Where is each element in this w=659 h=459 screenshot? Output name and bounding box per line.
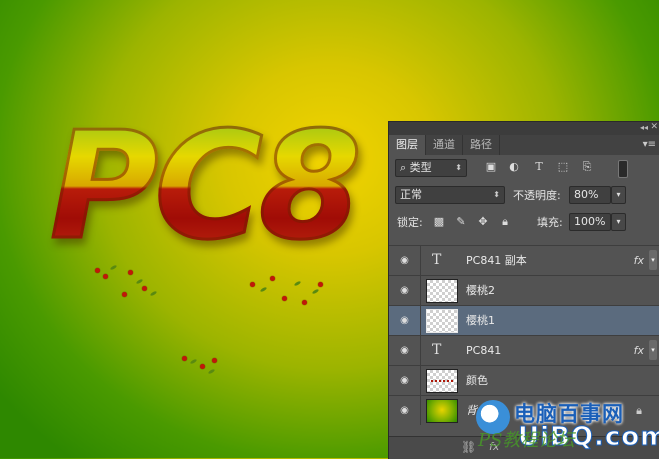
opacity-dropdown-button[interactable]: ▾ bbox=[611, 186, 626, 204]
layer-name: 樱桃2 bbox=[466, 284, 495, 297]
layer-effects-icon[interactable]: fx bbox=[634, 246, 644, 275]
layer-thumbnail bbox=[426, 369, 458, 393]
filter-toggle-switch[interactable] bbox=[618, 160, 628, 178]
layer-row-pc841[interactable]: ◉ T PC841 fx ▾ bbox=[389, 335, 659, 365]
filter-kind-value: 类型 bbox=[409, 161, 432, 174]
lock-fill-row: 锁定: ▩ ✎ ✥ 🔒︎ 填充: 100% ▾ bbox=[389, 209, 659, 236]
lock-label: 锁定: bbox=[397, 216, 423, 229]
visibility-eye-icon[interactable]: ◉ bbox=[389, 306, 421, 335]
expand-effects-icon[interactable]: ▾ bbox=[649, 340, 657, 360]
lock-position-move-icon[interactable]: ✥ bbox=[477, 216, 489, 228]
layer-filter-row: ⌕ 类型 ⬍ ▣ ◐ T ⬚ ⎘ bbox=[389, 155, 659, 182]
layer-name: PC841 副本 bbox=[466, 254, 527, 267]
blend-opacity-row: 正常 ⬍ 不透明度: 80% ▾ bbox=[389, 182, 659, 209]
expand-effects-icon[interactable]: ▾ bbox=[649, 250, 657, 270]
layer-name: PC841 bbox=[466, 344, 502, 357]
layer-row-color[interactable]: ◉ 颜色 bbox=[389, 365, 659, 395]
canvas-art-text: PC8 bbox=[48, 100, 363, 272]
layer-thumbnail bbox=[426, 399, 458, 423]
tab-paths[interactable]: 路径 bbox=[463, 135, 500, 155]
collapse-panel-icon[interactable]: ◂◂ bbox=[640, 123, 648, 132]
opacity-label: 不透明度: bbox=[513, 189, 561, 202]
lock-all-icon[interactable]: 🔒︎ bbox=[499, 216, 511, 228]
blend-mode-select[interactable]: 正常 ⬍ bbox=[395, 186, 505, 204]
lock-pixels-brush-icon[interactable]: ✎ bbox=[455, 216, 467, 228]
visibility-eye-icon[interactable]: ◉ bbox=[389, 276, 421, 305]
text-layer-icon: T bbox=[432, 342, 442, 358]
visibility-eye-icon[interactable]: ◉ bbox=[389, 336, 421, 365]
visibility-eye-icon[interactable]: ◉ bbox=[389, 246, 421, 275]
text-layer-icon: T bbox=[432, 252, 442, 268]
search-icon: ⌕ bbox=[400, 161, 407, 174]
blend-mode-value: 正常 bbox=[400, 188, 422, 201]
fill-dropdown-button[interactable]: ▾ bbox=[611, 213, 626, 231]
select-arrows-icon: ⬍ bbox=[493, 190, 500, 199]
select-arrows-icon: ⬍ bbox=[455, 163, 462, 172]
opacity-input[interactable]: 80% bbox=[569, 186, 611, 204]
layer-row-cherry1[interactable]: ◉ 樱桃1 bbox=[389, 305, 659, 335]
layer-row-pc841-copy[interactable]: ◉ T PC841 副本 fx ▾ bbox=[389, 245, 659, 275]
panel-tab-bar: 图层 通道 路径 ▾≡ bbox=[389, 135, 659, 155]
layer-effects-icon[interactable]: fx bbox=[634, 336, 644, 365]
fill-label: 填充: bbox=[537, 216, 563, 229]
tab-layers[interactable]: 图层 bbox=[389, 135, 426, 155]
pixel-filter-icon[interactable]: ▣ bbox=[485, 161, 497, 173]
layer-name: 颜色 bbox=[466, 374, 488, 387]
lock-transparency-icon[interactable]: ▩ bbox=[433, 216, 445, 228]
layer-thumbnail bbox=[426, 309, 458, 333]
close-panel-icon[interactable]: ✕ bbox=[650, 122, 658, 132]
layer-row-cherry2[interactable]: ◉ 樱桃2 bbox=[389, 275, 659, 305]
fill-input[interactable]: 100% bbox=[569, 213, 611, 231]
filter-kind-select[interactable]: ⌕ 类型 ⬍ bbox=[395, 159, 467, 177]
watermark: 电脑百事网 UiBQ.com PS教程论坛 bbox=[474, 396, 659, 458]
layer-name: 樱桃1 bbox=[466, 314, 495, 327]
watermark-overlay-text: PS教程论坛 bbox=[478, 430, 575, 451]
panel-menu-icon[interactable]: ▾≡ bbox=[643, 139, 656, 150]
type-filter-icon[interactable]: T bbox=[533, 161, 545, 173]
layer-thumbnail bbox=[426, 279, 458, 303]
shape-filter-icon[interactable]: ⬚ bbox=[557, 161, 569, 173]
tab-channels[interactable]: 通道 bbox=[426, 135, 463, 155]
visibility-eye-icon[interactable]: ◉ bbox=[389, 396, 421, 425]
panel-title-bar[interactable]: ◂◂ ✕ bbox=[389, 122, 659, 135]
adjustment-filter-icon[interactable]: ◐ bbox=[508, 161, 520, 173]
smart-object-filter-icon[interactable]: ⎘ bbox=[581, 161, 593, 173]
visibility-eye-icon[interactable]: ◉ bbox=[389, 366, 421, 395]
